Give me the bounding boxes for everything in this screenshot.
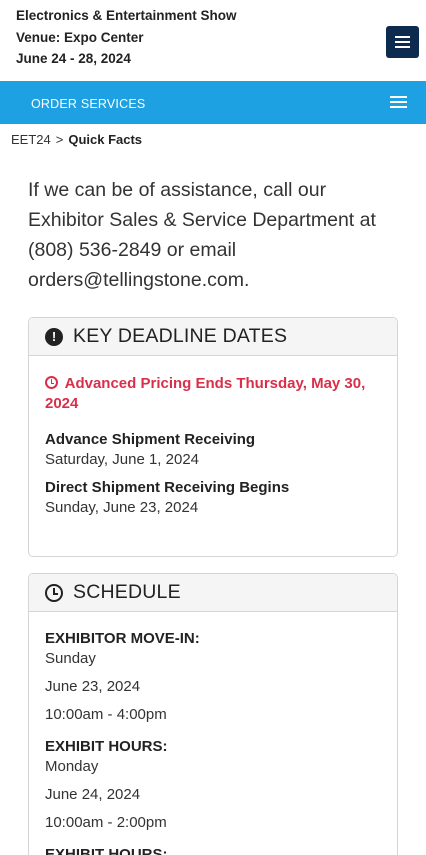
breadcrumb-root-link[interactable]: EET24	[11, 132, 51, 147]
show-dates: June 24 - 28, 2024	[16, 51, 131, 66]
deadline-value: Saturday, June 1, 2024	[45, 451, 199, 468]
pricing-alert-text: Advanced Pricing Ends Thursday, May 30, …	[45, 375, 366, 412]
deadline-item: Direct Shipment Receiving Begins Sunday,…	[45, 478, 381, 518]
clock-icon	[45, 376, 58, 389]
schedule-label: EXHIBIT HOURS:	[45, 846, 168, 855]
key-deadlines-panel: ! KEY DEADLINE DATES Advanced Pricing En…	[28, 317, 398, 557]
panel-title: SCHEDULE	[73, 581, 181, 603]
hamburger-icon-line	[395, 36, 410, 38]
breadcrumb: EET24 > Quick Facts	[11, 132, 142, 147]
schedule-group: EXHIBIT HOURS: Monday June 24, 2024 10:0…	[45, 737, 381, 837]
show-name: Electronics & Entertainment Show	[16, 8, 237, 23]
main-menu-button[interactable]	[386, 26, 419, 58]
deadline-label: Direct Shipment Receiving Begins	[45, 479, 290, 496]
order-services-link[interactable]: ORDER SERVICES	[31, 97, 145, 111]
schedule-label: EXHIBIT HOURS:	[45, 738, 168, 755]
schedule-panel: SCHEDULE EXHIBITOR MOVE-IN: Sunday June …	[28, 573, 398, 855]
schedule-group: EXHIBITOR MOVE-IN: Sunday June 23, 2024 …	[45, 629, 381, 729]
show-info: Electronics & Entertainment Show Venue: …	[16, 5, 237, 70]
pricing-alert: Advanced Pricing Ends Thursday, May 30, …	[45, 374, 381, 414]
deadline-value: Sunday, June 23, 2024	[45, 499, 199, 516]
deadline-label: Advance Shipment Receiving	[45, 431, 256, 448]
hamburger-icon-line	[395, 41, 410, 43]
schedule-label: EXHIBITOR MOVE-IN:	[45, 630, 200, 647]
schedule-group: EXHIBIT HOURS:	[45, 845, 381, 855]
schedule-day: Monday	[45, 758, 99, 775]
panel-title: KEY DEADLINE DATES	[73, 325, 288, 347]
panel-header: ! KEY DEADLINE DATES	[29, 318, 397, 356]
panel-header: SCHEDULE	[29, 574, 397, 612]
exclamation-icon: !	[45, 327, 63, 346]
schedule-date: June 23, 2024	[45, 678, 141, 695]
breadcrumb-current: Quick Facts	[68, 132, 143, 147]
schedule-day: Sunday	[45, 650, 96, 667]
order-services-bar[interactable]: ORDER SERVICES	[0, 81, 426, 124]
intro-text: If we can be of assistance, call our Exh…	[28, 179, 376, 291]
schedule-date: June 24, 2024	[45, 786, 141, 803]
clock-icon	[45, 583, 63, 602]
site-header: Electronics & Entertainment Show Venue: …	[0, 0, 426, 81]
order-services-menu-icon[interactable]	[390, 96, 407, 108]
schedule-time: 10:00am - 4:00pm	[45, 706, 167, 723]
deadline-item: Advance Shipment Receiving Saturday, Jun…	[45, 430, 381, 470]
breadcrumb-separator: >	[55, 132, 64, 147]
show-venue: Venue: Expo Center	[16, 29, 144, 45]
hamburger-icon-line	[395, 46, 410, 48]
schedule-time: 10:00am - 2:00pm	[45, 814, 167, 831]
